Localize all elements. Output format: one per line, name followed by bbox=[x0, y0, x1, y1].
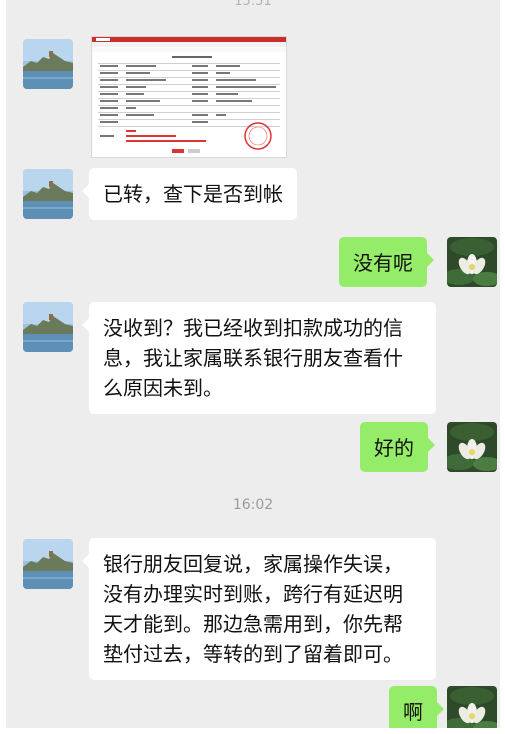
chat-area: 15:51 已转，查下是否到帐 没有呢 没收到？我已经收到扣款成功的信 息，我让… bbox=[6, 0, 500, 728]
self-avatar[interactable] bbox=[447, 422, 497, 472]
timestamp-top: 15:51 bbox=[234, 0, 272, 9]
bank-receipt-thumbnail bbox=[92, 37, 286, 157]
receipt-image-message[interactable] bbox=[91, 36, 287, 158]
lotus-flower-icon bbox=[447, 237, 497, 287]
lake-landscape-icon bbox=[23, 539, 73, 589]
message-bubble-incoming[interactable]: 已转，查下是否到帐 bbox=[82, 168, 297, 220]
message-line: 垫付过去，等转的到了留着即可。 bbox=[103, 642, 403, 666]
message-bubble-incoming[interactable]: 银行朋友回复说，家属操作失误， 没有办理实时到账，跨行有延迟明 天才能到。那边急… bbox=[82, 538, 436, 680]
message-line: 银行朋友回复说，家属操作失误， bbox=[103, 552, 403, 576]
message-bubble-outgoing[interactable]: 啊 bbox=[389, 686, 444, 728]
contact-avatar[interactable] bbox=[23, 302, 73, 352]
lake-landscape-icon bbox=[23, 302, 73, 352]
lake-landscape-icon bbox=[23, 39, 73, 89]
message-bubble-incoming[interactable]: 没收到？我已经收到扣款成功的信 息，我让家属联系银行朋友查看什 么原因未到。 bbox=[82, 302, 436, 414]
message-line: 没有办理实时到账，跨行有延迟明 bbox=[103, 582, 403, 606]
contact-avatar[interactable] bbox=[23, 539, 73, 589]
message-text: 已转，查下是否到帐 bbox=[103, 182, 283, 206]
message-bubble-outgoing[interactable]: 没有呢 bbox=[339, 237, 434, 287]
message-line: 息，我让家属联系银行朋友查看什 bbox=[103, 346, 403, 370]
message-text: 没有呢 bbox=[353, 251, 413, 275]
lotus-flower-icon bbox=[447, 686, 497, 728]
message-line: 没收到？我已经收到扣款成功的信 bbox=[103, 316, 403, 340]
lake-landscape-icon bbox=[23, 169, 73, 219]
message-bubble-outgoing[interactable]: 好的 bbox=[360, 422, 435, 472]
message-text: 好的 bbox=[374, 436, 414, 460]
message-line: 天才能到。那边急需用到，你先帮 bbox=[103, 612, 403, 636]
self-avatar[interactable] bbox=[447, 686, 497, 728]
self-avatar[interactable] bbox=[447, 237, 497, 287]
contact-avatar[interactable] bbox=[23, 39, 73, 89]
message-line: 么原因未到。 bbox=[103, 376, 223, 400]
lotus-flower-icon bbox=[447, 422, 497, 472]
contact-avatar[interactable] bbox=[23, 169, 73, 219]
timestamp-divider: 16:02 bbox=[232, 497, 274, 513]
message-text: 啊 bbox=[403, 700, 423, 724]
